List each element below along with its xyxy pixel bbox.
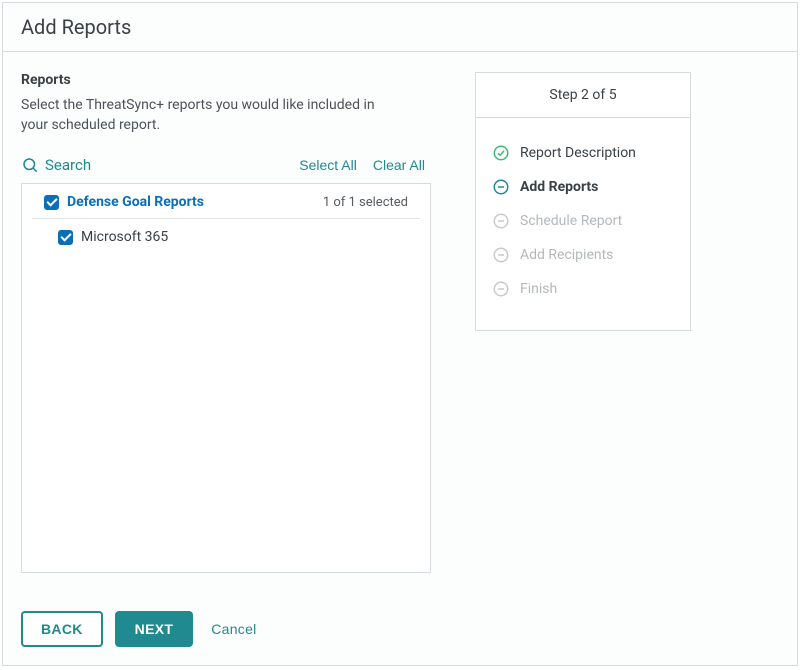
step-schedule-report: Schedule Report: [492, 204, 674, 238]
search-button[interactable]: Search: [21, 156, 91, 174]
minus-circle-icon: [492, 246, 510, 264]
step-label: Add Recipients: [520, 247, 613, 263]
group-title: Defense Goal Reports: [67, 194, 323, 210]
select-all-button[interactable]: Select All: [293, 153, 363, 177]
section-description: Select the ThreatSync+ reports you would…: [21, 96, 401, 135]
clear-all-button[interactable]: Clear All: [367, 153, 431, 177]
minus-circle-icon: [492, 178, 510, 196]
reports-list: Defense Goal Reports 1 of 1 selected Mic…: [21, 183, 431, 573]
step-add-reports: Add Reports: [492, 170, 674, 204]
steps-list: Report Description Add Reports: [476, 118, 690, 330]
back-button[interactable]: BACK: [21, 611, 103, 647]
page-title: Add Reports: [3, 3, 797, 52]
next-button[interactable]: NEXT: [115, 611, 194, 647]
report-item-row[interactable]: Microsoft 365: [22, 219, 430, 253]
step-finish: Finish: [492, 272, 674, 306]
group-checkbox[interactable]: [44, 195, 59, 210]
cancel-button[interactable]: Cancel: [205, 613, 262, 645]
section-heading: Reports: [21, 72, 451, 88]
search-label: Search: [45, 156, 91, 174]
stepper-panel: Step 2 of 5 Report Description: [475, 72, 691, 331]
step-label: Add Reports: [520, 179, 598, 195]
item-checkbox[interactable]: [58, 230, 73, 245]
check-circle-icon: [492, 144, 510, 162]
group-selected-count: 1 of 1 selected: [323, 195, 408, 210]
report-item-label: Microsoft 365: [81, 229, 168, 245]
search-icon: [21, 156, 39, 174]
list-toolbar: Search Select All Clear All: [21, 153, 431, 177]
minus-circle-icon: [492, 212, 510, 230]
add-reports-panel: Add Reports Reports Select the ThreatSyn…: [2, 2, 798, 666]
step-label: Report Description: [520, 145, 636, 161]
content-area: Reports Select the ThreatSync+ reports y…: [3, 52, 797, 573]
step-report-description: Report Description: [492, 136, 674, 170]
minus-circle-icon: [492, 280, 510, 298]
report-group-row[interactable]: Defense Goal Reports 1 of 1 selected: [32, 184, 420, 219]
step-add-recipients: Add Recipients: [492, 238, 674, 272]
step-label: Schedule Report: [520, 213, 622, 229]
step-label: Finish: [520, 281, 557, 297]
reports-column: Reports Select the ThreatSync+ reports y…: [21, 72, 451, 573]
stepper-header: Step 2 of 5: [476, 73, 690, 118]
footer-actions: BACK NEXT Cancel: [21, 611, 263, 647]
